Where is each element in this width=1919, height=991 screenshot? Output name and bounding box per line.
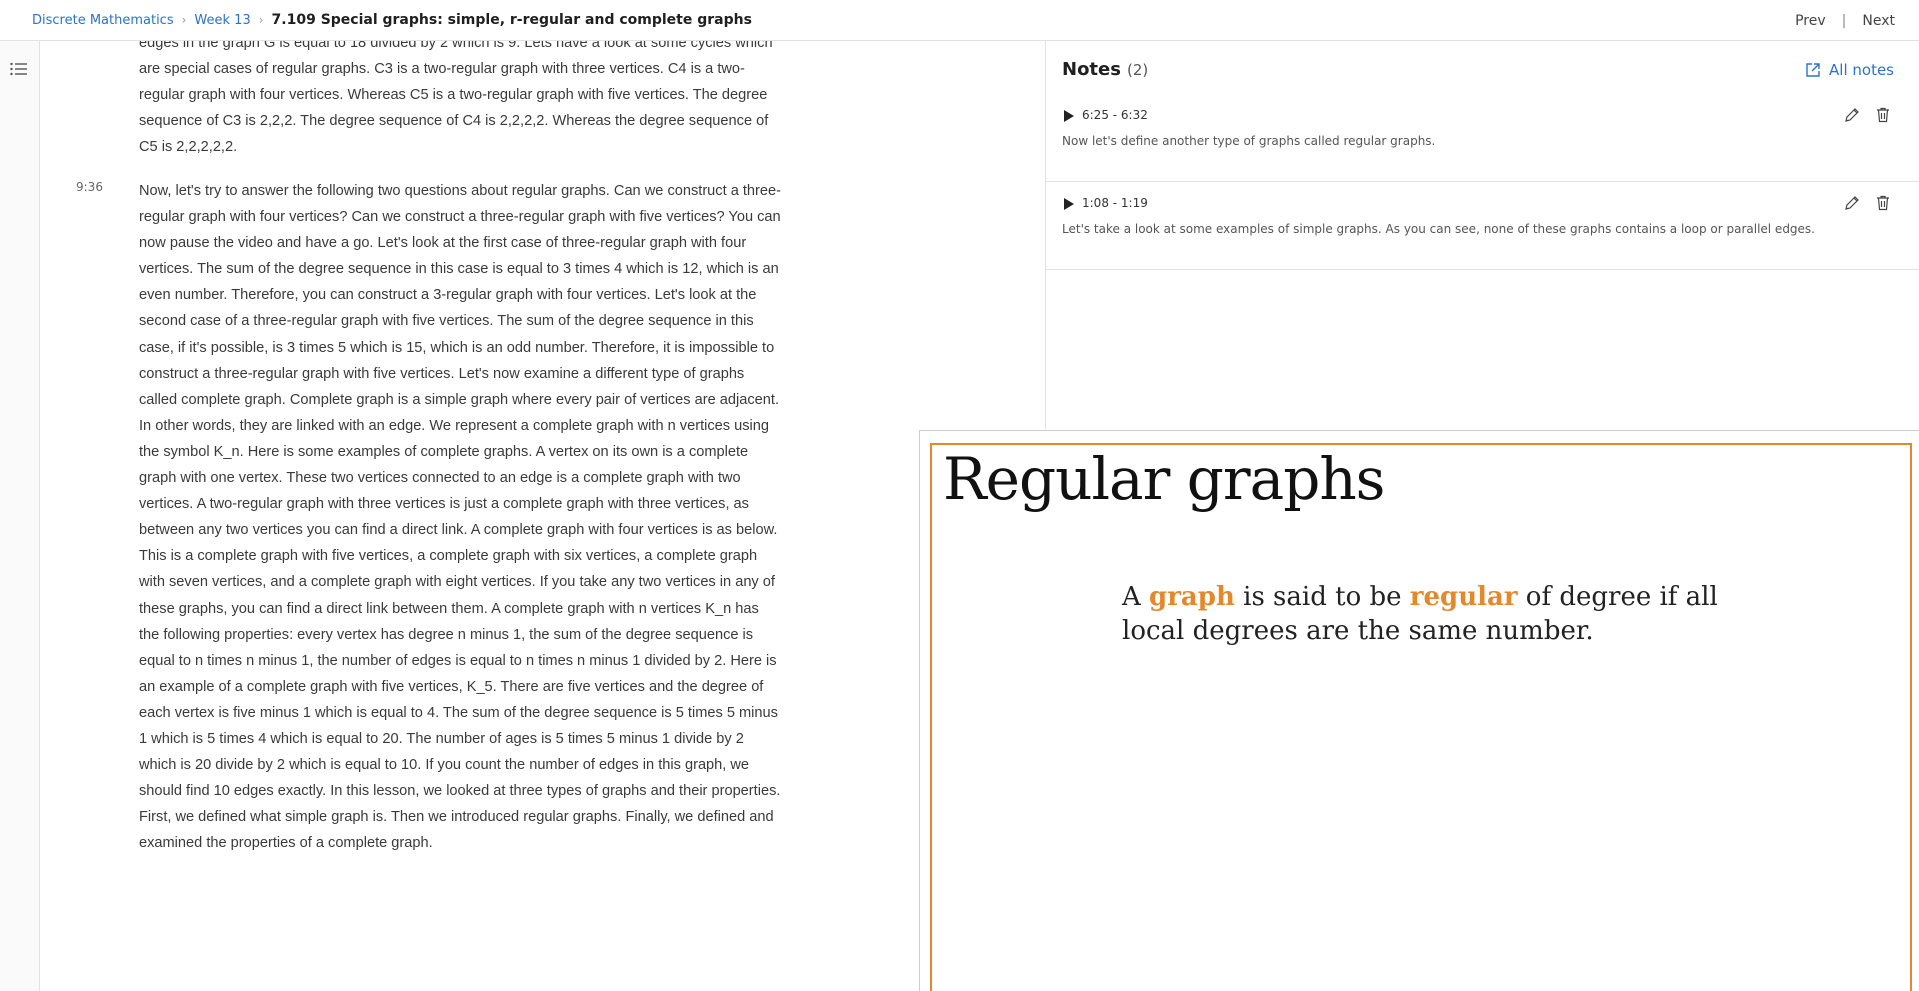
all-notes-link[interactable]: All notes bbox=[1805, 61, 1894, 79]
play-icon[interactable] bbox=[1062, 196, 1076, 210]
notes-panel: Notes (2) All notes 6:25 - 6:32 Now let'… bbox=[1045, 41, 1919, 431]
chevron-right-icon: › bbox=[258, 13, 264, 27]
note-item: 1:08 - 1:19 Let's take a look at some ex… bbox=[1046, 182, 1919, 270]
top-bar: Discrete Mathematics › Week 13 › 7.109 S… bbox=[0, 0, 1919, 41]
chevron-right-icon: › bbox=[181, 13, 187, 27]
note-item: 6:25 - 6:32 Now let's define another typ… bbox=[1046, 94, 1919, 182]
nav-divider: | bbox=[1841, 12, 1847, 29]
breadcrumb-course-link[interactable]: Discrete Mathematics bbox=[32, 13, 174, 28]
pencil-icon[interactable] bbox=[1843, 106, 1861, 124]
notes-title: Notes bbox=[1062, 59, 1121, 80]
play-icon[interactable] bbox=[1062, 108, 1076, 122]
external-link-icon bbox=[1806, 63, 1820, 77]
slide-text: is said to be bbox=[1234, 582, 1410, 612]
slide-highlight-regular: regular bbox=[1409, 582, 1518, 612]
lecture-slide: Regular graphs A graph is said to be reg… bbox=[930, 443, 1912, 991]
slide-text: A bbox=[1122, 582, 1150, 612]
trash-icon[interactable] bbox=[1874, 194, 1892, 212]
transcript-text: Now, let's try to answer the following t… bbox=[139, 183, 781, 852]
transcript-panel[interactable]: edges in the graph G is equal to 18 divi… bbox=[40, 41, 1045, 991]
breadcrumb-week-link[interactable]: Week 13 bbox=[194, 13, 250, 28]
note-time[interactable]: 6:25 - 6:32 bbox=[1082, 108, 1148, 122]
notes-count: (2) bbox=[1126, 61, 1149, 79]
transcript-list-icon[interactable] bbox=[9, 59, 29, 79]
slide-highlight-graph: graph bbox=[1149, 582, 1235, 612]
page-title: 7.109 Special graphs: simple, r-regular … bbox=[271, 12, 752, 28]
next-button[interactable]: Next bbox=[1862, 13, 1895, 29]
pencil-icon[interactable] bbox=[1843, 194, 1861, 212]
video-player[interactable]: Regular graphs A graph is said to be reg… bbox=[919, 430, 1919, 991]
lesson-nav: Prev | Next bbox=[1795, 0, 1895, 41]
note-text: Now let's define another type of graphs … bbox=[1062, 134, 1436, 148]
transcript-text: edges in the graph G is equal to 18 divi… bbox=[139, 41, 773, 156]
transcript-timestamp[interactable]: 9:36 bbox=[76, 180, 126, 194]
note-time[interactable]: 1:08 - 1:19 bbox=[1082, 196, 1148, 210]
slide-title: Regular graphs bbox=[943, 445, 1385, 513]
note-text: Let's take a look at some examples of si… bbox=[1062, 222, 1815, 236]
breadcrumb: Discrete Mathematics › Week 13 › 7.109 S… bbox=[0, 12, 752, 28]
prev-button[interactable]: Prev bbox=[1795, 13, 1826, 29]
notes-header: Notes (2) bbox=[1062, 59, 1148, 80]
slide-definition: A graph is said to be regular of degree … bbox=[1122, 580, 1722, 648]
all-notes-label: All notes bbox=[1829, 61, 1894, 79]
trash-icon[interactable] bbox=[1874, 106, 1892, 124]
left-rail bbox=[0, 41, 40, 991]
